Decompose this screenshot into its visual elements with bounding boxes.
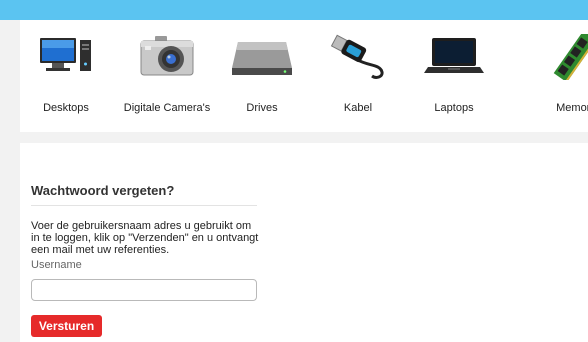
forgot-password-title: Wachtwoord vergeten? [31,183,175,198]
hard-drive-icon [212,34,312,104]
username-label: Username [31,259,82,271]
category-digital-cameras[interactable]: Digitale Camera's [117,20,217,132]
digital-camera-icon [117,34,217,104]
desktop-computer-icon [20,34,116,104]
username-input[interactable] [31,279,257,301]
forgot-password-description: Voer de gebruikersnaam adres u gebruikt … [31,220,259,256]
category-laptops[interactable]: Laptops [404,20,504,132]
category-label: Laptops [434,102,474,114]
top-banner [0,0,588,20]
title-divider [31,205,257,206]
laptop-icon [404,34,504,104]
category-strip: Desktops Digitale Camera's Drives Kabel … [20,20,588,132]
category-kabel[interactable]: Kabel [308,20,408,132]
memory-module-icon [526,34,588,104]
submit-button[interactable]: Versturen [31,315,102,337]
category-label: Memory [556,102,588,114]
category-drives[interactable]: Drives [212,20,312,132]
forgot-password-panel: Wachtwoord vergeten? Voer de gebruikersn… [20,143,588,342]
category-desktops[interactable]: Desktops [20,20,116,132]
category-memory[interactable]: Memory [526,20,588,132]
usb-cable-icon [308,34,408,104]
